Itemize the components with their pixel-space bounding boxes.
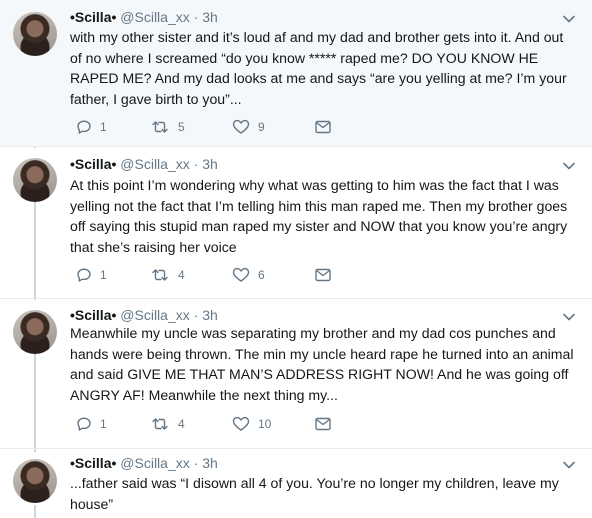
retweet-button[interactable]: 4 [150,416,185,432]
avatar[interactable] [13,12,57,56]
separator: · [193,9,199,25]
timestamp[interactable]: 3h [202,455,218,471]
avatar[interactable] [13,459,57,503]
separator: · [193,156,199,172]
user-handle[interactable]: @Scilla_xx [120,307,189,323]
tweet[interactable]: •Scilla• @Scilla_xx · 3h ...father said … [0,449,592,518]
envelope-icon [315,417,331,431]
reply-icon [77,268,91,282]
reply-button[interactable]: 1 [76,416,107,432]
retweet-icon [152,269,168,281]
like-count: 9 [258,120,265,134]
display-name[interactable]: •Scilla• [70,455,116,471]
avatar[interactable] [13,310,57,354]
display-name[interactable]: •Scilla• [70,156,116,172]
tweet[interactable]: •Scilla• @Scilla_xx · 3h Meanwhile my un… [0,299,592,449]
retweet-count: 4 [178,268,185,282]
tweet-text: ...father said was “I disown all 4 of yo… [70,475,559,512]
heart-icon [232,267,250,282]
like-count: 10 [258,417,272,431]
retweet-count: 4 [178,417,185,431]
tweet[interactable]: •Scilla• @Scilla_xx · 3h with my other s… [0,0,592,147]
user-handle[interactable]: @Scilla_xx [120,9,189,25]
retweet-button[interactable]: 5 [150,119,185,135]
chevron-down-icon[interactable] [562,159,576,173]
reply-icon [77,120,91,134]
tweet-text: with my other sister and it’s loud af an… [70,29,567,107]
display-name[interactable]: •Scilla• [70,307,116,323]
tweet-text: At this point I’m wondering why what was… [70,177,568,255]
avatar[interactable] [13,158,57,202]
reply-button[interactable]: 1 [76,119,107,135]
tweet-header: •Scilla• @Scilla_xx · 3h [70,306,218,324]
like-button[interactable]: 6 [232,267,265,283]
like-button[interactable]: 9 [232,119,265,135]
tweet-actions: 1 5 9 [70,119,370,137]
reply-count: 1 [100,268,107,282]
direct-message-button[interactable] [314,119,332,135]
tweet[interactable]: •Scilla• @Scilla_xx · 3h At this point I… [0,147,592,299]
chevron-down-icon[interactable] [562,12,576,26]
chevron-down-icon[interactable] [562,310,576,324]
reply-icon [77,417,91,431]
tweet-text: Meanwhile my uncle was separating my bro… [70,325,574,403]
envelope-icon [315,268,331,282]
direct-message-button[interactable] [314,267,332,283]
direct-message-button[interactable] [314,416,332,432]
chevron-down-icon[interactable] [562,458,576,472]
retweet-button[interactable]: 4 [150,267,185,283]
user-handle[interactable]: @Scilla_xx [120,455,189,471]
timestamp[interactable]: 3h [202,307,218,323]
tweet-actions: 1 4 10 [70,416,370,434]
tweet-header: •Scilla• @Scilla_xx · 3h [70,454,218,472]
heart-icon [232,119,250,134]
envelope-icon [315,120,331,134]
reply-count: 1 [100,417,107,431]
retweet-icon [152,121,168,133]
like-count: 6 [258,268,265,282]
reply-count: 1 [100,120,107,134]
timestamp[interactable]: 3h [202,156,218,172]
tweet-header: •Scilla• @Scilla_xx · 3h [70,8,218,26]
user-handle[interactable]: @Scilla_xx [120,156,189,172]
tweet-actions: 1 4 6 [70,267,370,285]
heart-icon [232,416,250,431]
retweet-icon [152,418,168,430]
display-name[interactable]: •Scilla• [70,9,116,25]
timestamp[interactable]: 3h [202,9,218,25]
tweet-header: •Scilla• @Scilla_xx · 3h [70,155,218,173]
separator: · [193,307,199,323]
retweet-count: 5 [178,120,185,134]
reply-button[interactable]: 1 [76,267,107,283]
separator: · [193,455,199,471]
like-button[interactable]: 10 [232,416,271,432]
